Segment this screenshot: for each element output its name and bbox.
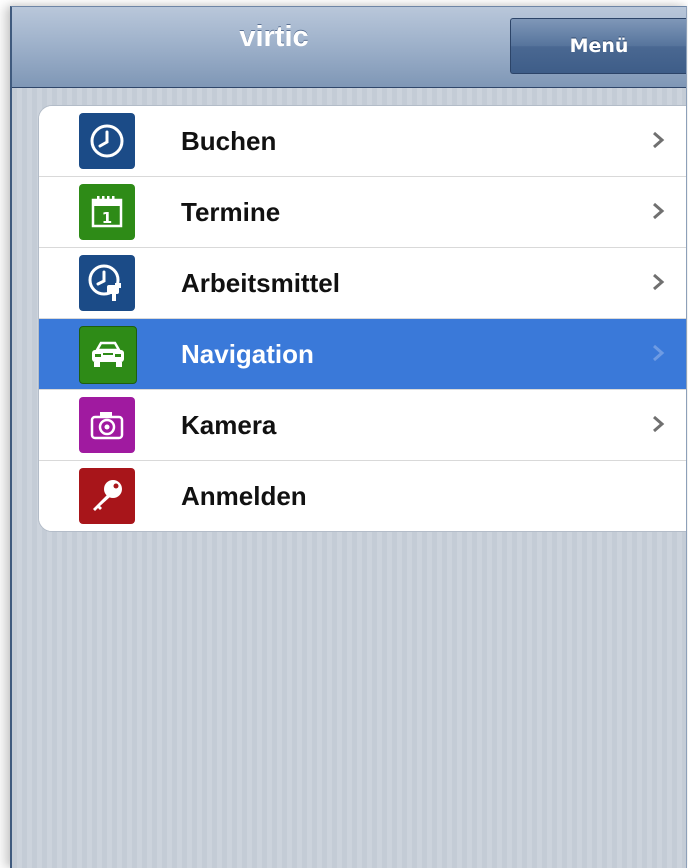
menu-item-label: Kamera (181, 409, 277, 440)
chevron-right-icon (653, 273, 665, 291)
menu-item-termine[interactable]: 1 Termine (39, 177, 686, 248)
menu-item-label: Arbeitsmittel (181, 267, 340, 298)
camera-icon (79, 397, 135, 453)
menu-item-anmelden[interactable]: Anmelden (39, 461, 686, 531)
svg-text:1: 1 (102, 209, 112, 227)
chevron-right-icon (653, 131, 665, 149)
chevron-right-icon (653, 415, 665, 433)
key-icon (79, 468, 135, 524)
menu-button[interactable]: Menü (510, 18, 686, 74)
clock-tool-icon (79, 255, 135, 311)
chevron-right-icon (653, 344, 665, 362)
menu-item-kamera[interactable]: Kamera (39, 390, 686, 461)
car-icon (79, 326, 137, 384)
chevron-right-icon (653, 202, 665, 220)
menu-item-navigation[interactable]: Navigation (39, 319, 686, 390)
app-window: virtic Menü Buchen 1 Termine Arbeitsmitt… (10, 6, 687, 868)
menu-item-label: Buchen (181, 125, 277, 156)
title-bar: virtic Menü (12, 7, 686, 88)
menu-item-buchen[interactable]: Buchen (39, 106, 686, 177)
content-area: Buchen 1 Termine Arbeitsmittel Navigatio… (12, 88, 686, 868)
menu-item-label: Navigation (181, 338, 314, 369)
calendar-icon: 1 (79, 184, 135, 240)
menu-item-arbeitsmittel[interactable]: Arbeitsmittel (39, 248, 686, 319)
clock-icon (79, 113, 135, 169)
menu-list: Buchen 1 Termine Arbeitsmittel Navigatio… (38, 105, 686, 532)
app-title: virtic (239, 21, 309, 53)
menu-item-label: Anmelden (181, 480, 307, 511)
menu-item-label: Termine (181, 196, 281, 227)
